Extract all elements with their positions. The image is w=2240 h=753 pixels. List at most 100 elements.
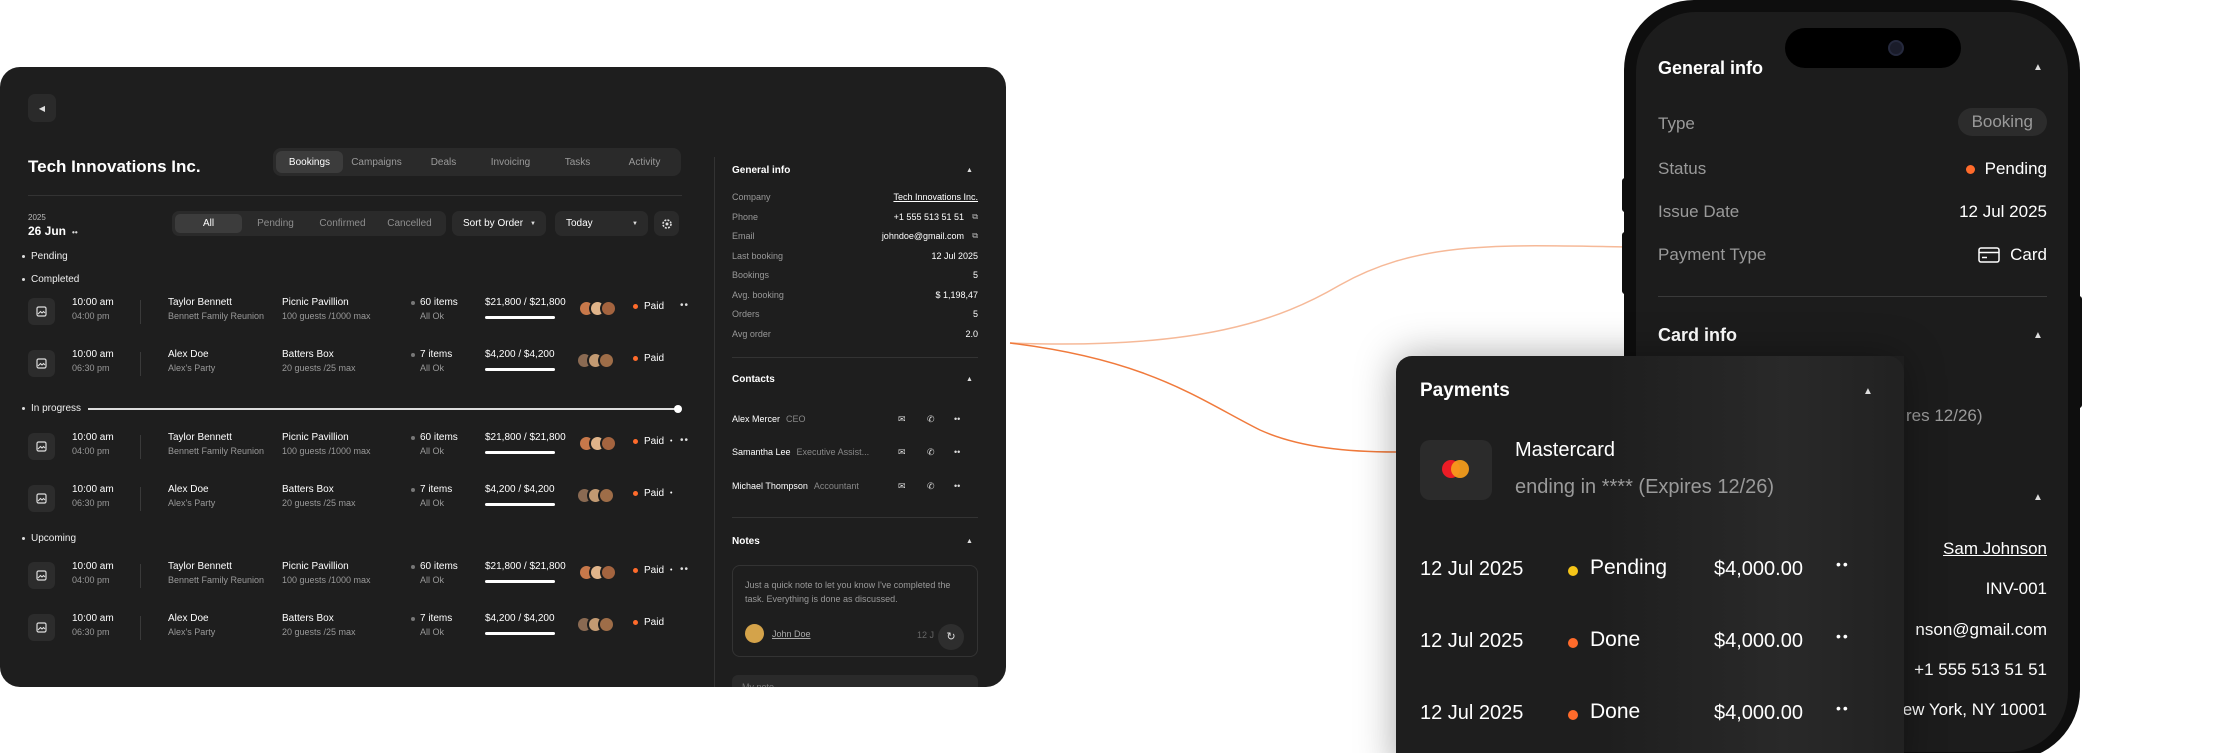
avatar-group[interactable] [578, 300, 617, 317]
tab-tasks[interactable]: Tasks [544, 151, 611, 173]
copy-icon[interactable]: ⧉ [972, 231, 978, 241]
info-row-phone: Phone +1 555 513 51 51 ⧉ [732, 212, 978, 226]
payment-date: 12 Jul 2025 [1420, 558, 1524, 580]
info-value: $ 1,198,47 [935, 290, 978, 300]
status-dot [633, 356, 638, 361]
mail-icon[interactable]: ✉ [898, 414, 906, 425]
more-icon[interactable]: •• [1836, 700, 1850, 716]
tab-bookings[interactable]: Bookings [276, 151, 343, 173]
mail-icon[interactable]: ✉ [898, 481, 906, 492]
more-icon[interactable]: •• [1836, 628, 1850, 644]
status-label: Paid [644, 353, 665, 364]
avatar-group[interactable] [576, 487, 615, 504]
gear-icon [661, 218, 672, 229]
filter-pending[interactable]: Pending [242, 214, 309, 233]
phone-icon[interactable]: ✆ [927, 447, 935, 458]
back-button[interactable]: ◀ [28, 94, 56, 122]
items-count: 60 items [420, 561, 458, 572]
contact-row[interactable]: Samantha Lee Executive Assist... ✉ ✆ •• [732, 447, 978, 463]
date-chevron-icon[interactable]: •• [72, 228, 78, 237]
date-picker[interactable]: 2025 26 Jun •• [28, 213, 78, 238]
more-icon[interactable]: •• [954, 447, 960, 457]
info-row-company: Company Tech Innovations Inc. [732, 192, 978, 206]
avatar [600, 564, 617, 581]
booking-row[interactable]: 10:00 am 04:00 pm Taylor Bennett Bennett… [28, 425, 688, 467]
progress-line [88, 408, 678, 410]
booking-row[interactable]: 10:00 am 06:30 pm Alex Doe Alex's Party … [28, 606, 688, 648]
booking-row[interactable]: 10:00 am 04:00 pm Taylor Bennett Bennett… [28, 290, 688, 332]
sort-label: Sort by Order [463, 218, 524, 229]
more-icon[interactable]: •• [954, 481, 960, 491]
header-divider [28, 195, 682, 196]
filter-cancelled[interactable]: Cancelled [376, 214, 443, 233]
payment-row[interactable]: 12 Jul 2025 Done $4,000.00 •• [1420, 700, 1880, 730]
glass-blur-overlay [1602, 356, 1904, 753]
contact-name: Alex Mercer [732, 414, 781, 424]
sort-select[interactable]: Sort by Order ▼ [452, 211, 546, 236]
note-card: Just a quick note to let you know I've c… [732, 565, 978, 657]
booking-row[interactable]: 10:00 am 04:00 pm Taylor Bennett Bennett… [28, 554, 688, 596]
booking-row[interactable]: 10:00 am 06:30 pm Alex Doe Alex's Party … [28, 342, 688, 384]
contact-phone: +1 555 513 51 51 [1914, 660, 2047, 679]
info-key: Company [732, 192, 771, 202]
info-row-email: Email johndoe@gmail.com ⧉ [732, 231, 978, 245]
contact-row[interactable]: Alex Mercer CEO ✉ ✆ •• [732, 414, 978, 430]
payment-progress-bar [485, 632, 555, 635]
info-key: Orders [732, 309, 760, 319]
contact-email: nson@gmail.com [1915, 620, 2047, 639]
chevron-up-icon[interactable]: ▲ [2033, 492, 2043, 503]
copy-icon[interactable]: ⧉ [972, 212, 978, 222]
guest-count: 100 guests /1000 max [282, 575, 371, 585]
avatar-group[interactable] [578, 435, 617, 452]
chevron-up-icon[interactable]: ▲ [1863, 386, 1873, 397]
company-link[interactable]: Tech Innovations Inc. [893, 192, 978, 202]
group-in-progress[interactable]: In progress [22, 403, 81, 414]
settings-button[interactable] [654, 211, 679, 236]
more-icon[interactable]: •• [680, 435, 689, 446]
group-upcoming[interactable]: Upcoming [22, 533, 76, 544]
refresh-icon[interactable]: ↻ [938, 624, 964, 650]
chevron-up-icon[interactable]: ▲ [966, 376, 973, 383]
end-time: 04:00 pm [72, 575, 110, 585]
filter-all[interactable]: All [175, 214, 242, 233]
phone-icon[interactable]: ✆ [927, 481, 935, 492]
chevron-up-icon[interactable]: ▲ [966, 167, 973, 174]
more-icon[interactable]: •• [1836, 556, 1850, 572]
contact-name[interactable]: Sam Johnson [1943, 539, 2047, 559]
tab-campaigns[interactable]: Campaigns [343, 151, 410, 173]
info-value: +1 555 513 51 51 [893, 212, 964, 222]
note-author-name[interactable]: John Doe [772, 627, 811, 641]
sidebar-divider [732, 517, 978, 518]
avatar-group[interactable] [578, 564, 617, 581]
more-icon[interactable]: •• [954, 414, 960, 424]
filter-confirmed[interactable]: Confirmed [309, 214, 376, 233]
chevron-down-icon: ▼ [530, 220, 536, 227]
contact-row[interactable]: Michael Thompson Accountant ✉ ✆ •• [732, 481, 978, 497]
group-pending[interactable]: Pending [22, 251, 68, 262]
info-key: Avg order [732, 329, 771, 339]
status-dot [1568, 710, 1578, 720]
avatar-group[interactable] [576, 352, 615, 369]
payment-row[interactable]: 12 Jul 2025 Done $4,000.00 •• [1420, 628, 1880, 658]
tab-deals[interactable]: Deals [410, 151, 477, 173]
chevron-up-icon[interactable]: ▲ [2033, 330, 2043, 341]
mail-icon[interactable]: ✉ [898, 447, 906, 458]
chevron-up-icon[interactable]: ▲ [966, 538, 973, 545]
note-input[interactable]: My note [732, 675, 978, 687]
phone-icon[interactable]: ✆ [927, 414, 935, 425]
avatar [598, 487, 615, 504]
tab-activity[interactable]: Activity [611, 151, 678, 173]
avatar [745, 624, 764, 643]
general-info-title: General info [732, 165, 791, 176]
group-completed[interactable]: Completed [22, 274, 79, 285]
booking-row[interactable]: 10:00 am 06:30 pm Alex Doe Alex's Party … [28, 477, 688, 519]
tab-invoicing[interactable]: Invoicing [477, 151, 544, 173]
phone-side-button [1622, 232, 1628, 294]
more-icon[interactable]: •• [680, 300, 689, 311]
progress-knob[interactable] [674, 405, 682, 413]
chevron-up-icon[interactable]: ▲ [2033, 62, 2043, 73]
more-icon[interactable]: •• [680, 564, 689, 575]
range-select[interactable]: Today ▼ [555, 211, 648, 236]
payment-row[interactable]: 12 Jul 2025 Pending $4,000.00 •• [1420, 556, 1880, 586]
avatar-group[interactable] [576, 616, 615, 633]
